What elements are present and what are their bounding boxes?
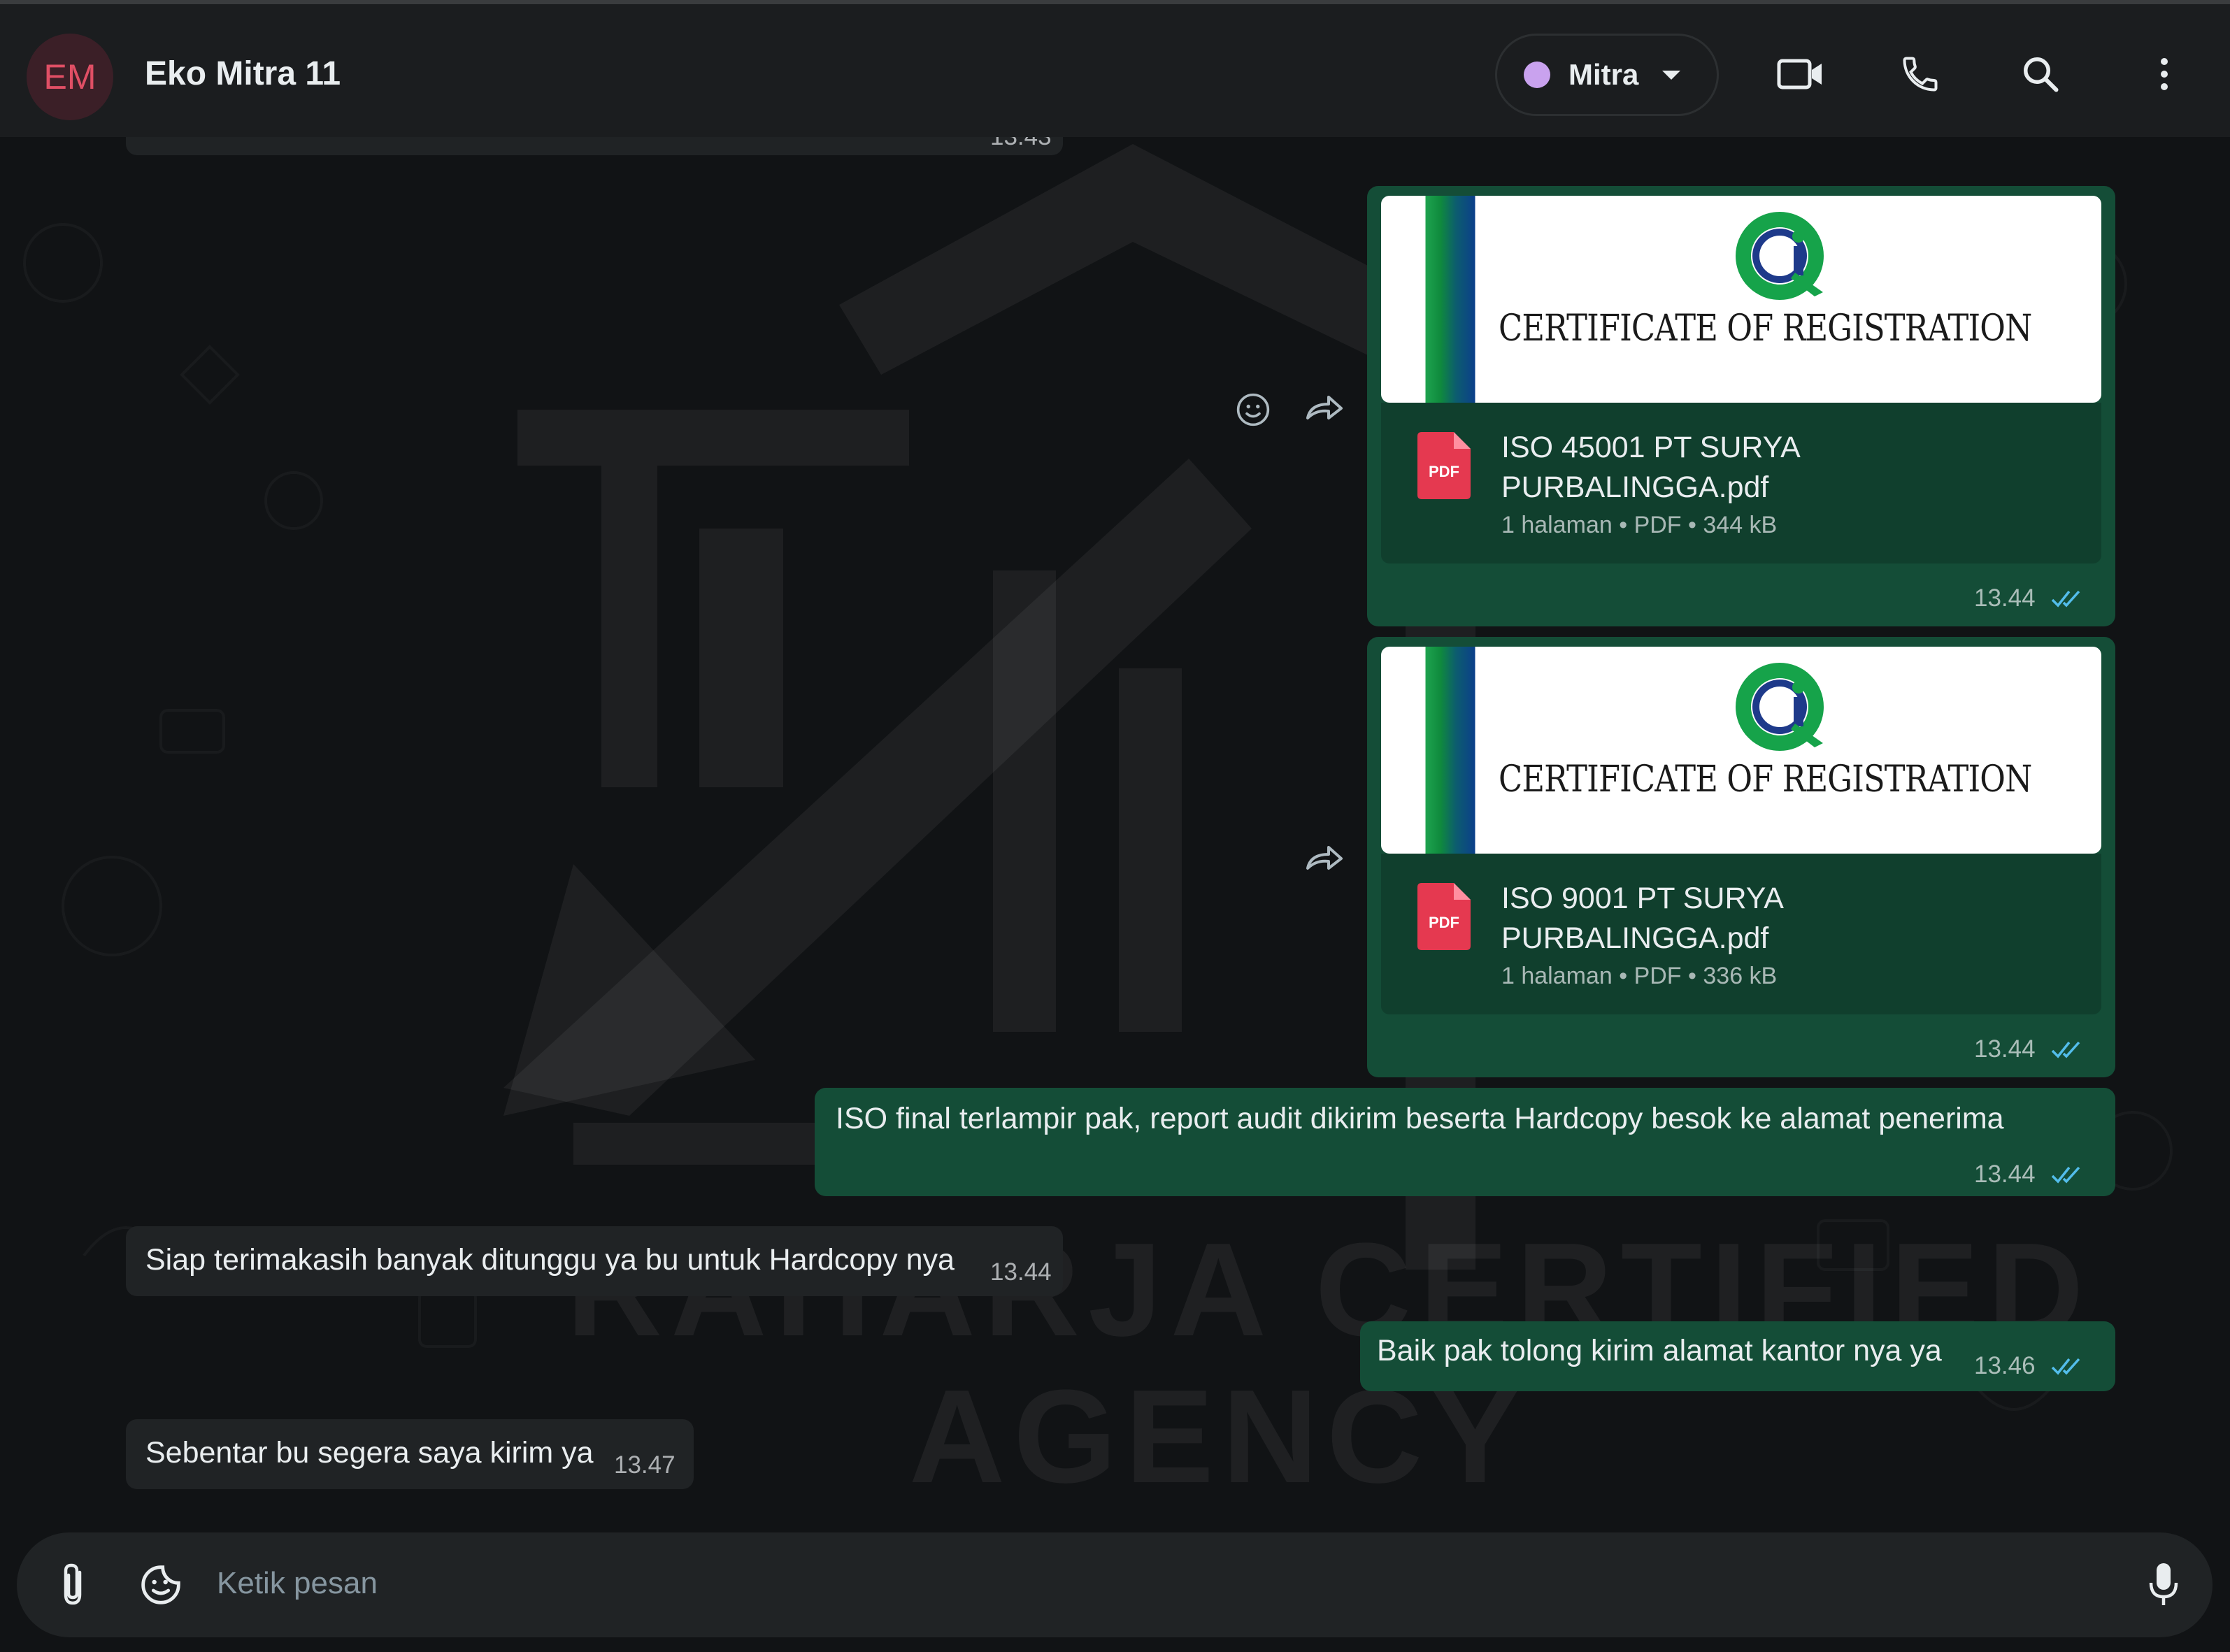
message-text: ISO final terlampir pak, report audit di… — [836, 1102, 2004, 1135]
document-name-line2: PURBALINGGA.pdf — [1501, 921, 1769, 955]
certificate-stripe — [1422, 196, 1485, 403]
message-input[interactable]: Ketik pesan — [217, 1566, 378, 1601]
emoji-reaction-icon[interactable] — [1231, 387, 1275, 432]
forward-icon[interactable] — [1302, 386, 1347, 431]
message-time: 13.47 — [614, 1451, 676, 1479]
chat-header: EM Eko Mitra 11 Mitra — [0, 0, 2230, 137]
read-ticks-icon — [2051, 1041, 2080, 1058]
contact-name[interactable]: Eko Mitra 11 — [145, 55, 341, 93]
message-time: 13.44 — [1974, 1035, 2036, 1063]
pdf-file-icon: PDF — [1417, 883, 1471, 950]
document-preview[interactable]: CERTIFICATE OF REGISTRATION — [1381, 196, 2101, 403]
document-name-line1: ISO 45001 PT SURYA — [1501, 431, 1801, 464]
text-message[interactable]: ISO final terlampir pak, report audit di… — [815, 1088, 2115, 1196]
message-list[interactable]: RAHARJA CERTIFIED AGENCY 13.43 — [0, 137, 2230, 1525]
document-info[interactable]: PDF ISO 9001 PT SURYA PURBALINGGA.pdf 1 … — [1381, 854, 2101, 1014]
label-name: Mitra — [1568, 58, 1639, 91]
document-name-line1: ISO 9001 PT SURYA — [1501, 882, 1784, 915]
document-message[interactable]: CERTIFICATE OF REGISTRATION PDF ISO 9001… — [1367, 637, 2115, 1077]
pdf-badge: PDF — [1429, 463, 1459, 480]
label-color-dot — [1524, 62, 1550, 88]
certificate-title: CERTIFICATE OF REGISTRATION — [1499, 308, 2032, 350]
message-time: 13.44 — [1974, 1161, 2036, 1188]
message-time: 13.43 — [990, 137, 1052, 151]
read-ticks-icon — [2051, 590, 2080, 608]
certificate-title: CERTIFICATE OF REGISTRATION — [1499, 759, 2032, 800]
certificate-logo-icon — [1736, 663, 1824, 751]
video-call-icon[interactable] — [1773, 46, 1829, 102]
read-ticks-icon — [2051, 1166, 2080, 1184]
document-info[interactable]: PDF ISO 45001 PT SURYA PURBALINGGA.pdf 1… — [1381, 403, 2101, 563]
forward-icon[interactable] — [1302, 836, 1347, 881]
text-message[interactable]: Siap terimakasih banyak ditunggu ya bu u… — [126, 1226, 1063, 1296]
message-text: Sebentar bu segera saya kirim ya — [145, 1436, 594, 1470]
document-name-line2: PURBALINGGA.pdf — [1501, 471, 1769, 504]
search-icon[interactable] — [2013, 46, 2068, 102]
sticker-icon[interactable] — [133, 1557, 189, 1613]
attach-icon[interactable] — [46, 1557, 102, 1613]
message-text: Baik pak tolong kirim alamat kantor nya … — [1377, 1334, 1942, 1367]
chevron-down-icon — [1662, 70, 1681, 80]
pdf-badge: PDF — [1429, 914, 1459, 931]
document-preview[interactable]: CERTIFICATE OF REGISTRATION — [1381, 647, 2101, 854]
certificate-stripe — [1422, 647, 1485, 854]
message-time: 13.44 — [1974, 584, 2036, 612]
pdf-file-icon: PDF — [1417, 432, 1471, 499]
message-text: Siap terimakasih banyak ditunggu ya bu u… — [145, 1243, 955, 1277]
document-message[interactable]: CERTIFICATE OF REGISTRATION PDF ISO 4500… — [1367, 186, 2115, 626]
document-name: ISO 45001 PT SURYA PURBALINGGA.pdf — [1501, 428, 1801, 508]
microphone-icon[interactable] — [2136, 1557, 2192, 1613]
document-meta: 1 halaman • PDF • 344 kB — [1501, 512, 1778, 538]
message-composer: Ketik pesan — [0, 1525, 2230, 1652]
message-time: 13.44 — [990, 1258, 1052, 1286]
message-time: 13.46 — [1974, 1352, 2036, 1379]
read-ticks-icon — [2051, 1358, 2080, 1375]
previous-message-bubble[interactable]: 13.43 — [126, 137, 1063, 155]
text-message[interactable]: Sebentar bu segera saya kirim ya 13.47 — [126, 1419, 694, 1489]
voice-call-icon[interactable] — [1892, 46, 1948, 102]
certificate-logo-icon — [1736, 212, 1824, 300]
document-meta: 1 halaman • PDF • 336 kB — [1501, 963, 1778, 989]
contact-label-dropdown[interactable]: Mitra — [1495, 34, 1719, 116]
document-name: ISO 9001 PT SURYA PURBALINGGA.pdf — [1501, 879, 1784, 958]
contact-avatar[interactable]: EM — [27, 34, 113, 120]
chat-window: EM Eko Mitra 11 Mitra RAHARJA CERTIFIED … — [0, 0, 2230, 1652]
avatar-initials: EM — [43, 57, 97, 96]
more-options-icon[interactable] — [2136, 46, 2192, 102]
text-message[interactable]: Baik pak tolong kirim alamat kantor nya … — [1360, 1321, 2115, 1391]
compose-box[interactable]: Ketik pesan — [17, 1532, 2213, 1637]
